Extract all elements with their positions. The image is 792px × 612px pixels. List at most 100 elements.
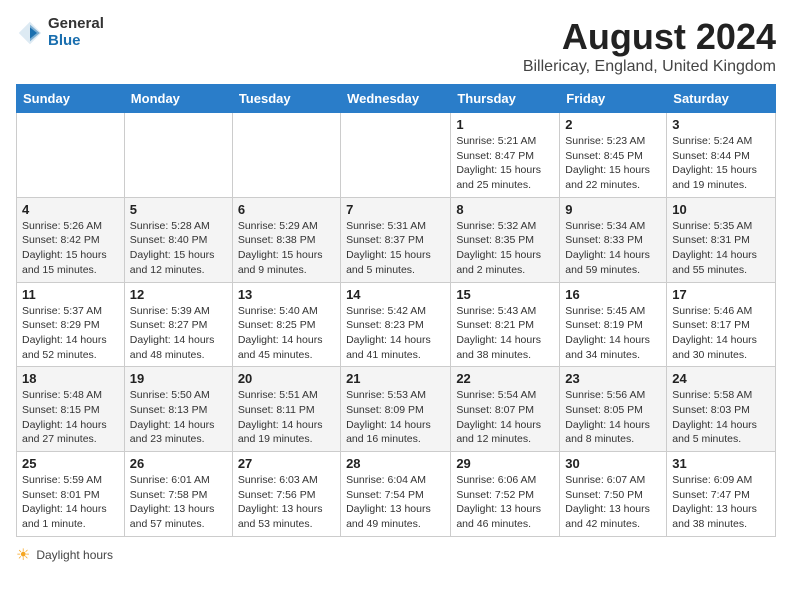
- day-info: Sunrise: 6:04 AM Sunset: 7:54 PM Dayligh…: [346, 473, 445, 532]
- day-info: Sunrise: 6:01 AM Sunset: 7:58 PM Dayligh…: [130, 473, 227, 532]
- column-header-tuesday: Tuesday: [232, 85, 340, 113]
- calendar-cell: 4 Sunrise: 5:26 AM Sunset: 8:42 PM Daylig…: [17, 197, 125, 282]
- day-number: 6: [238, 202, 335, 217]
- calendar-cell: [232, 113, 340, 198]
- column-header-thursday: Thursday: [451, 85, 560, 113]
- calendar-cell: 2Sunrise: 5:23 AM Sunset: 8:45 PM Daylig…: [560, 113, 667, 198]
- day-number: 31: [672, 456, 770, 471]
- calendar-cell: 8 Sunrise: 5:32 AM Sunset: 8:35 PM Daylig…: [451, 197, 560, 282]
- day-number: 16: [565, 287, 661, 302]
- day-info: Sunrise: 5:54 AM Sunset: 8:07 PM Dayligh…: [456, 388, 554, 447]
- day-info: Sunrise: 6:06 AM Sunset: 7:52 PM Dayligh…: [456, 473, 554, 532]
- calendar-cell: [124, 113, 232, 198]
- day-info: Sunrise: 5:50 AM Sunset: 8:13 PM Dayligh…: [130, 388, 227, 447]
- day-info: Sunrise: 5:28 AM Sunset: 8:40 PM Dayligh…: [130, 219, 227, 278]
- day-number: 22: [456, 371, 554, 386]
- calendar-cell: 17 Sunrise: 5:46 AM Sunset: 8:17 PM Dayli…: [667, 282, 776, 367]
- day-info: Sunrise: 5:42 AM Sunset: 8:23 PM Dayligh…: [346, 304, 445, 363]
- calendar-cell: 9Sunrise: 5:34 AM Sunset: 8:33 PM Daylig…: [560, 197, 667, 282]
- day-number: 10: [672, 202, 770, 217]
- day-info: Sunrise: 6:07 AM Sunset: 7:50 PM Dayligh…: [565, 473, 661, 532]
- day-number: 8: [456, 202, 554, 217]
- logo-text: General Blue: [48, 16, 104, 49]
- logo-general-text: General: [48, 16, 104, 33]
- logo-icon: [16, 19, 44, 47]
- column-header-saturday: Saturday: [667, 85, 776, 113]
- calendar-cell: 12 Sunrise: 5:39 AM Sunset: 8:27 PM Dayli…: [124, 282, 232, 367]
- week-row-2: 4 Sunrise: 5:26 AM Sunset: 8:42 PM Daylig…: [17, 197, 776, 282]
- day-info: Sunrise: 5:40 AM Sunset: 8:25 PM Dayligh…: [238, 304, 335, 363]
- calendar-cell: 5 Sunrise: 5:28 AM Sunset: 8:40 PM Daylig…: [124, 197, 232, 282]
- day-number: 1: [456, 117, 554, 132]
- calendar-cell: 22 Sunrise: 5:54 AM Sunset: 8:07 PM Dayli…: [451, 367, 560, 452]
- day-info: Sunrise: 5:34 AM Sunset: 8:33 PM Dayligh…: [565, 219, 661, 278]
- day-info: Sunrise: 6:09 AM Sunset: 7:47 PM Dayligh…: [672, 473, 770, 532]
- calendar-cell: 11 Sunrise: 5:37 AM Sunset: 8:29 PM Dayli…: [17, 282, 125, 367]
- day-info: Sunrise: 5:58 AM Sunset: 8:03 PM Dayligh…: [672, 388, 770, 447]
- day-info: Sunrise: 5:31 AM Sunset: 8:37 PM Dayligh…: [346, 219, 445, 278]
- day-number: 18: [22, 371, 119, 386]
- day-info: Sunrise: 6:03 AM Sunset: 7:56 PM Dayligh…: [238, 473, 335, 532]
- calendar-cell: 25Sunrise: 5:59 AM Sunset: 8:01 PM Dayli…: [17, 452, 125, 537]
- day-info: Sunrise: 5:39 AM Sunset: 8:27 PM Dayligh…: [130, 304, 227, 363]
- day-number: 4: [22, 202, 119, 217]
- day-number: 19: [130, 371, 227, 386]
- week-row-3: 11 Sunrise: 5:37 AM Sunset: 8:29 PM Dayli…: [17, 282, 776, 367]
- day-number: 20: [238, 371, 335, 386]
- calendar-cell: 28Sunrise: 6:04 AM Sunset: 7:54 PM Dayli…: [341, 452, 451, 537]
- day-number: 30: [565, 456, 661, 471]
- day-info: Sunrise: 5:37 AM Sunset: 8:29 PM Dayligh…: [22, 304, 119, 363]
- calendar-cell: 30 Sunrise: 6:07 AM Sunset: 7:50 PM Dayli…: [560, 452, 667, 537]
- logo-blue-text: Blue: [48, 33, 104, 50]
- day-info: Sunrise: 5:35 AM Sunset: 8:31 PM Dayligh…: [672, 219, 770, 278]
- calendar-table: SundayMondayTuesdayWednesdayThursdayFrid…: [16, 84, 776, 537]
- calendar-cell: 3 Sunrise: 5:24 AM Sunset: 8:44 PM Daylig…: [667, 113, 776, 198]
- calendar-cell: 10 Sunrise: 5:35 AM Sunset: 8:31 PM Dayli…: [667, 197, 776, 282]
- day-number: 13: [238, 287, 335, 302]
- day-number: 26: [130, 456, 227, 471]
- day-info: Sunrise: 5:29 AM Sunset: 8:38 PM Dayligh…: [238, 219, 335, 278]
- day-number: 7: [346, 202, 445, 217]
- day-info: Sunrise: 5:56 AM Sunset: 8:05 PM Dayligh…: [565, 388, 661, 447]
- day-info: Sunrise: 5:53 AM Sunset: 8:09 PM Dayligh…: [346, 388, 445, 447]
- header: General Blue August 2024 Billericay, Eng…: [16, 16, 776, 76]
- day-info: Sunrise: 5:46 AM Sunset: 8:17 PM Dayligh…: [672, 304, 770, 363]
- calendar-cell: 23 Sunrise: 5:56 AM Sunset: 8:05 PM Dayli…: [560, 367, 667, 452]
- header-row: SundayMondayTuesdayWednesdayThursdayFrid…: [17, 85, 776, 113]
- day-info: Sunrise: 5:24 AM Sunset: 8:44 PM Dayligh…: [672, 134, 770, 193]
- day-number: 5: [130, 202, 227, 217]
- sun-icon: ☀: [16, 545, 30, 565]
- column-header-monday: Monday: [124, 85, 232, 113]
- day-number: 25: [22, 456, 119, 471]
- calendar-cell: 18Sunrise: 5:48 AM Sunset: 8:15 PM Dayli…: [17, 367, 125, 452]
- week-row-4: 18Sunrise: 5:48 AM Sunset: 8:15 PM Dayli…: [17, 367, 776, 452]
- day-info: Sunrise: 5:32 AM Sunset: 8:35 PM Dayligh…: [456, 219, 554, 278]
- calendar-cell: 15 Sunrise: 5:43 AM Sunset: 8:21 PM Dayli…: [451, 282, 560, 367]
- day-number: 23: [565, 371, 661, 386]
- column-header-wednesday: Wednesday: [341, 85, 451, 113]
- day-number: 11: [22, 287, 119, 302]
- calendar-cell: 19 Sunrise: 5:50 AM Sunset: 8:13 PM Dayli…: [124, 367, 232, 452]
- week-row-1: 1Sunrise: 5:21 AM Sunset: 8:47 PM Daylig…: [17, 113, 776, 198]
- day-info: Sunrise: 5:51 AM Sunset: 8:11 PM Dayligh…: [238, 388, 335, 447]
- day-number: 12: [130, 287, 227, 302]
- day-number: 3: [672, 117, 770, 132]
- day-info: Sunrise: 5:43 AM Sunset: 8:21 PM Dayligh…: [456, 304, 554, 363]
- day-number: 14: [346, 287, 445, 302]
- day-number: 15: [456, 287, 554, 302]
- main-title: August 2024: [523, 16, 776, 58]
- calendar-cell: 16 Sunrise: 5:45 AM Sunset: 8:19 PM Dayli…: [560, 282, 667, 367]
- calendar-cell: 29 Sunrise: 6:06 AM Sunset: 7:52 PM Dayli…: [451, 452, 560, 537]
- calendar-cell: 14 Sunrise: 5:42 AM Sunset: 8:23 PM Dayli…: [341, 282, 451, 367]
- day-info: Sunrise: 5:26 AM Sunset: 8:42 PM Dayligh…: [22, 219, 119, 278]
- day-number: 29: [456, 456, 554, 471]
- calendar-cell: [17, 113, 125, 198]
- calendar-cell: 26 Sunrise: 6:01 AM Sunset: 7:58 PM Dayli…: [124, 452, 232, 537]
- calendar-cell: 1Sunrise: 5:21 AM Sunset: 8:47 PM Daylig…: [451, 113, 560, 198]
- calendar-cell: 24Sunrise: 5:58 AM Sunset: 8:03 PM Dayli…: [667, 367, 776, 452]
- calendar-cell: 20 Sunrise: 5:51 AM Sunset: 8:11 PM Dayli…: [232, 367, 340, 452]
- day-number: 17: [672, 287, 770, 302]
- logo: General Blue: [16, 16, 104, 49]
- calendar-cell: [341, 113, 451, 198]
- day-info: Sunrise: 5:45 AM Sunset: 8:19 PM Dayligh…: [565, 304, 661, 363]
